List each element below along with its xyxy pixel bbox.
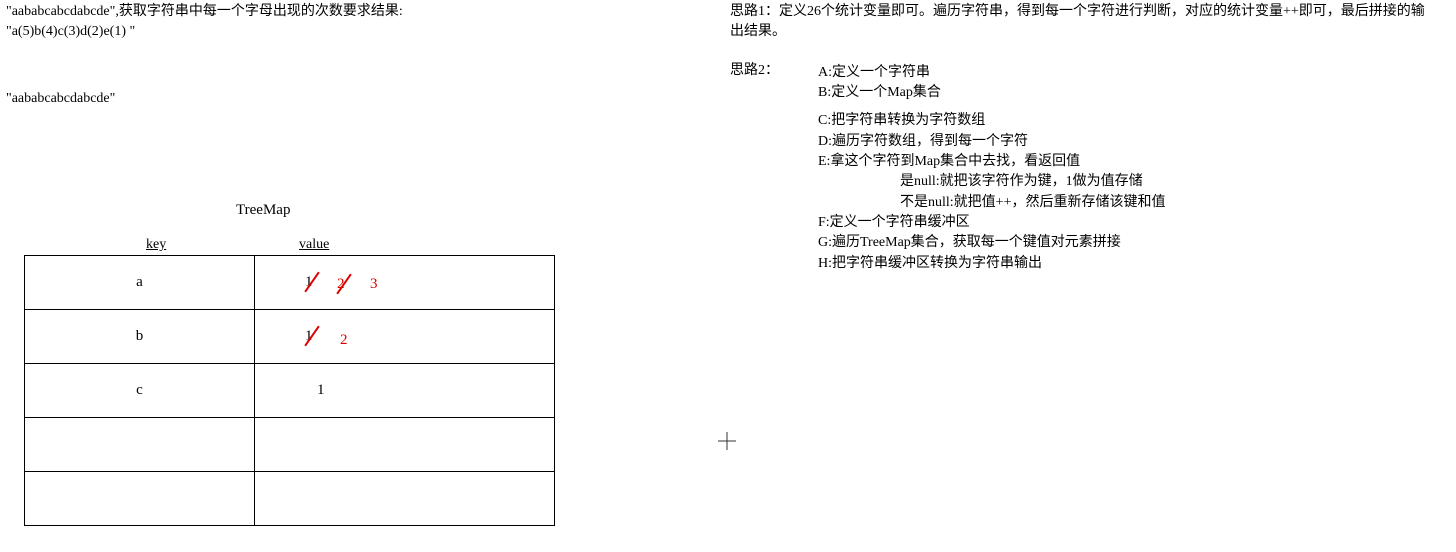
value-cell: 1 2 3 bbox=[255, 256, 555, 310]
value-cell: 1 bbox=[255, 364, 555, 418]
idea2-steps: A:定义一个字符串 B:定义一个Map集合 C:把字符串转换为字符数组 D:遍历… bbox=[818, 63, 1430, 274]
value-cell bbox=[255, 418, 555, 472]
step-a: A:定义一个字符串 bbox=[818, 63, 1430, 83]
treemap-table: a 1 2 3 b 1 2 c bbox=[24, 255, 555, 526]
step-c: C:把字符串转换为字符数组 bbox=[818, 111, 1430, 131]
value-current: 3 bbox=[370, 276, 378, 293]
step-e-notnull: 不是null:就把值++，然后重新存储该键和值 bbox=[900, 193, 1430, 213]
col-header-key: key bbox=[146, 237, 166, 253]
value-cell: 1 2 bbox=[255, 310, 555, 364]
step-e: E:拿这个字符到Map集合中去找，看返回值 bbox=[818, 152, 1430, 172]
problem-line1: "aababcabcdabcde",获取字符串中每一个字母出现的次数要求结果: bbox=[6, 2, 706, 22]
key-cell: c bbox=[25, 364, 255, 418]
table-row bbox=[25, 472, 555, 526]
step-g: G:遍历TreeMap集合，获取每一个键值对元素拼接 bbox=[818, 233, 1430, 253]
table-row: a 1 2 3 bbox=[25, 256, 555, 310]
key-cell bbox=[25, 472, 255, 526]
key-cell: a bbox=[25, 256, 255, 310]
value-current: 1 bbox=[317, 382, 325, 399]
value-current: 2 bbox=[340, 332, 348, 349]
problem-line2: "a(5)b(4)c(3)d(2)e(1) " bbox=[6, 22, 706, 42]
table-title: TreeMap bbox=[236, 202, 290, 219]
table-row bbox=[25, 418, 555, 472]
step-d: D:遍历字符数组，得到每一个字符 bbox=[818, 132, 1430, 152]
idea1-text: 思路1：定义26个统计变量即可。遍历字符串，得到每一个字符进行判断，对应的统计变… bbox=[730, 2, 1430, 43]
problem-statement: "aababcabcdabcde",获取字符串中每一个字母出现的次数要求结果: … bbox=[6, 2, 706, 41]
sample-string: "aababcabcdabcde" bbox=[6, 91, 706, 107]
thoughts-block: 思路1：定义26个统计变量即可。遍历字符串，得到每一个字符进行判断，对应的统计变… bbox=[730, 2, 1430, 274]
step-h: H:把字符串缓冲区转换为字符串输出 bbox=[818, 254, 1430, 274]
table-row: c 1 bbox=[25, 364, 555, 418]
value-cell bbox=[255, 472, 555, 526]
key-cell: b bbox=[25, 310, 255, 364]
table-row: b 1 2 bbox=[25, 310, 555, 364]
step-f: F:定义一个字符串缓冲区 bbox=[818, 213, 1430, 233]
step-b: B:定义一个Map集合 bbox=[818, 83, 1430, 103]
col-header-value: value bbox=[299, 237, 329, 253]
key-cell bbox=[25, 418, 255, 472]
step-e-null: 是null:就把该字符作为键，1做为值存储 bbox=[900, 172, 1430, 192]
crosshair-cursor-icon bbox=[718, 432, 736, 455]
